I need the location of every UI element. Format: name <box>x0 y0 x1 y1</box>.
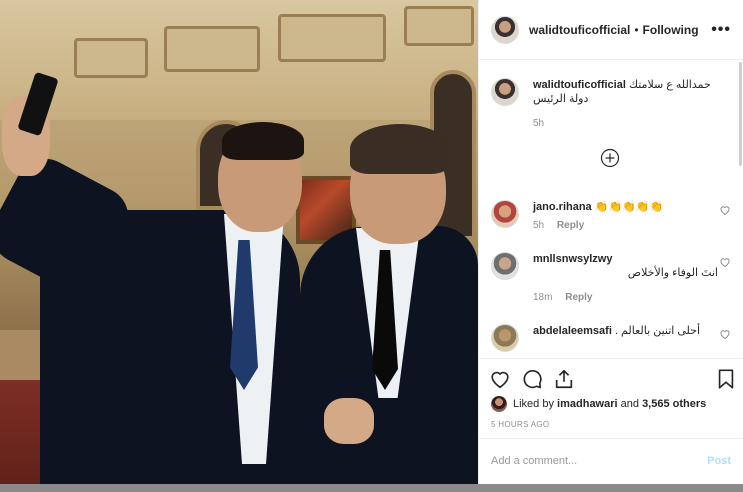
comment-time[interactable]: 5h <box>533 118 544 129</box>
comments-list[interactable]: walidtouficofficial حمدالله ع سلامتك دول… <box>479 60 743 358</box>
comment-meta: 5h Reply <box>533 220 584 231</box>
post-sidebar: walidtouficofficial • Following ••• wali… <box>478 0 743 492</box>
photo-person-right-hair <box>350 124 450 174</box>
post-comment-button[interactable]: Post <box>707 455 731 467</box>
post-header: walidtouficofficial • Following ••• <box>479 0 743 60</box>
comment-text: أحلى اتنين بالعالم . <box>614 325 701 337</box>
post-photo[interactable] <box>0 0 478 492</box>
window-bottom-bar <box>0 484 743 492</box>
like-heart-icon[interactable] <box>489 368 511 390</box>
author-username[interactable]: walidtouficofficial <box>529 23 630 37</box>
likes-count-link[interactable]: 3,565 others <box>642 398 706 410</box>
comment-username[interactable]: jano.rihana <box>533 201 592 213</box>
author-avatar[interactable] <box>491 15 519 44</box>
like-comment-heart-icon[interactable] <box>719 328 731 340</box>
share-icon[interactable] <box>553 368 575 390</box>
follow-status-button[interactable]: Following <box>643 23 699 37</box>
liker-username[interactable]: imadhawari <box>557 398 618 410</box>
likes-summary: Liked by imadhawari and 3,565 others <box>491 396 706 412</box>
comment-username[interactable]: walidtouficofficial <box>533 79 626 91</box>
comment-meta: 5h <box>533 118 544 129</box>
likes-prefix: Liked by <box>513 398 554 410</box>
post-timestamp[interactable]: 5 HOURS AGO <box>491 420 549 429</box>
comment-avatar[interactable] <box>491 324 519 352</box>
comment-avatar[interactable] <box>491 78 519 106</box>
photo-person-left-hair <box>222 122 304 160</box>
add-comment-box: Post <box>479 438 743 483</box>
comment-username[interactable]: abdelaleemsafi <box>533 325 612 337</box>
comment-bubble-icon[interactable] <box>521 368 543 390</box>
photo-wall-panel <box>278 14 386 62</box>
comments-scrollbar[interactable] <box>739 62 742 166</box>
comment-username[interactable]: mnllsnwsylzwy <box>533 252 718 266</box>
bookmark-icon[interactable] <box>715 368 737 390</box>
photo-wall-panel <box>164 26 260 72</box>
photo-wall-panel <box>74 38 148 78</box>
photo-hand <box>324 398 374 444</box>
header-separator: • <box>634 22 639 37</box>
likes-middle: and <box>620 398 639 410</box>
comment-avatar[interactable] <box>491 200 519 228</box>
comment-text: 👏👏👏👏👏 <box>594 201 664 213</box>
more-options-icon[interactable]: ••• <box>711 21 731 39</box>
comment-text: انتَ الوفاء والأخلاص <box>627 267 718 279</box>
reply-button[interactable]: Reply <box>557 220 584 231</box>
like-comment-heart-icon[interactable] <box>719 256 731 268</box>
comment-meta: 18m Reply <box>533 292 592 303</box>
photo-wall-panel <box>404 6 474 46</box>
post-actions <box>479 358 743 392</box>
comment-time[interactable]: 18m <box>533 292 552 303</box>
comment-time[interactable]: 5h <box>533 220 544 231</box>
load-more-comments-icon[interactable] <box>600 148 620 168</box>
add-comment-input[interactable] <box>491 455 708 467</box>
comment-avatar[interactable] <box>491 252 519 280</box>
liker-avatar[interactable] <box>491 396 507 412</box>
reply-button[interactable]: Reply <box>565 292 592 303</box>
like-comment-heart-icon[interactable] <box>719 204 731 216</box>
